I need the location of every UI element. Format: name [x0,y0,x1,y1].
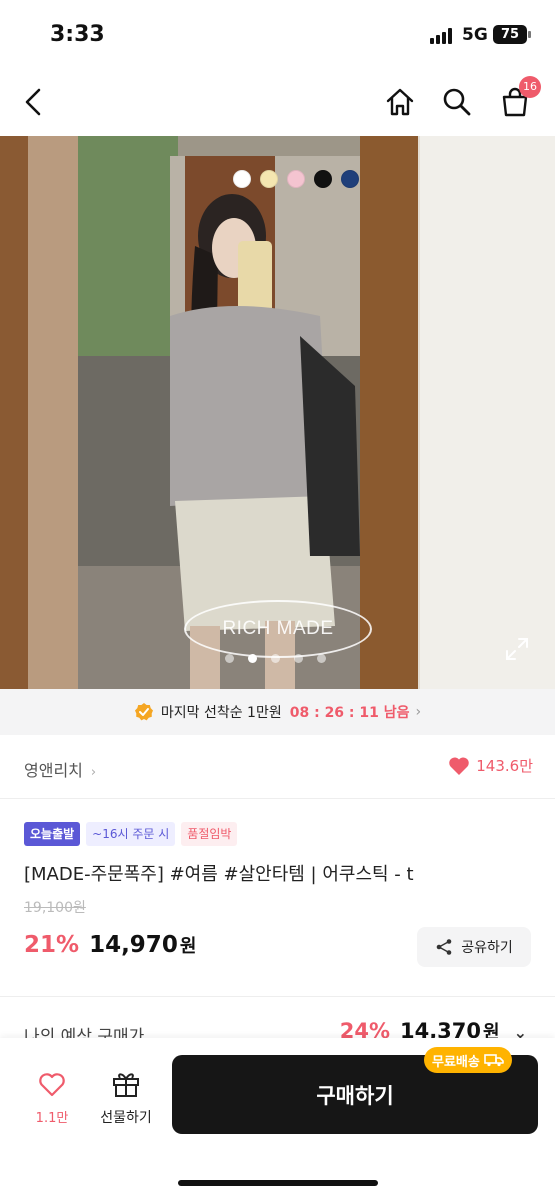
price-unit: 원 [179,936,197,957]
home-icon [386,88,414,116]
verified-badge-icon [134,703,153,721]
signal-icon [430,28,456,44]
free-shipping-badge: 무료배송 [424,1047,512,1073]
search-button[interactable] [437,82,477,122]
home-button[interactable] [380,82,420,122]
free-shipping-label: 무료배송 [432,1054,480,1070]
product-title: [MADE-주문폭주] #여름 #살안타템 | 어쿠스틱 - t [24,864,414,885]
image-pagination [225,654,326,663]
color-swatch-cream[interactable] [260,170,278,188]
cart-button[interactable]: 16 [495,76,541,122]
expand-icon [506,638,528,660]
timer-countdown: 08 : 26 : 11 남음 [289,705,410,721]
brand-like-count: 143.6만 [476,757,533,775]
truck-icon [484,1054,504,1067]
original-price: 19,100원 [24,900,86,916]
product-detail-page: 3:33 5G 75 16 RICH MADE 마지막 선착순 1만원 08:… [0,0,555,1200]
pagination-dot[interactable] [271,654,280,663]
color-swatch-pink[interactable] [287,170,305,188]
brand-name: 영앤리치 [24,761,83,780]
brand-watermark: RICH MADE [184,600,372,658]
brand-like-button[interactable]: 143.6만 [448,755,533,776]
timer-label: 마지막 선착순 1만원 [160,705,282,721]
chevron-right-icon: › [90,765,97,780]
discount-rate: 21% [24,932,80,958]
pagination-dot[interactable] [294,654,303,663]
color-swatch-navy[interactable] [341,170,359,188]
heart-outline-icon [39,1073,65,1097]
section-divider [0,996,555,997]
bottom-action-bar: 1.1만 선물하기 구매하기 무료배송 [0,1038,555,1200]
back-button[interactable] [14,82,54,122]
tag-order-cutoff: ~16시 주문 시 [86,822,176,846]
battery-icon: 75 [493,25,531,44]
cart-count-badge: 16 [519,76,541,98]
share-label: 공유하기 [461,940,513,956]
fullscreen-button[interactable] [504,636,530,662]
network-type: 5G [462,25,488,45]
like-button[interactable]: 1.1만 [30,1072,74,1126]
pagination-dot[interactable] [317,654,326,663]
price-row: 21% 14,970 원 [24,932,196,958]
share-button[interactable]: 공유하기 [417,927,531,967]
status-bar: 3:33 5G 75 [0,0,555,68]
status-time: 3:33 [50,22,105,47]
tag-low-stock: 품절임박 [181,822,238,846]
tag-same-day: 오늘출발 [24,822,81,846]
gift-button[interactable]: 선물하기 [94,1070,158,1127]
gift-label: 선물하기 [100,1110,152,1126]
home-indicator [178,1180,378,1186]
search-icon [443,88,471,116]
brand-row: 영앤리치 › 143.6만 [0,735,555,799]
like-count: 1.1만 [35,1111,69,1126]
timer-banner[interactable]: 마지막 선착순 1만원 08 : 26 : 11 남음 › [0,689,555,735]
sale-price: 14,970 [89,932,178,958]
chevron-right-icon: › [415,704,422,720]
share-icon [436,939,452,955]
nav-bar: 16 [0,68,555,136]
color-swatch-black[interactable] [314,170,332,188]
product-tags: 오늘출발 ~16시 주문 시 품절임박 [24,822,238,846]
color-swatch-white[interactable] [233,170,251,188]
back-icon [25,88,41,116]
pagination-dot[interactable] [225,654,234,663]
brand-link[interactable]: 영앤리치 › [24,757,96,781]
color-swatches [233,170,359,188]
heart-filled-icon [449,756,470,775]
pagination-dot-active[interactable] [248,654,257,663]
gift-icon [113,1073,139,1097]
